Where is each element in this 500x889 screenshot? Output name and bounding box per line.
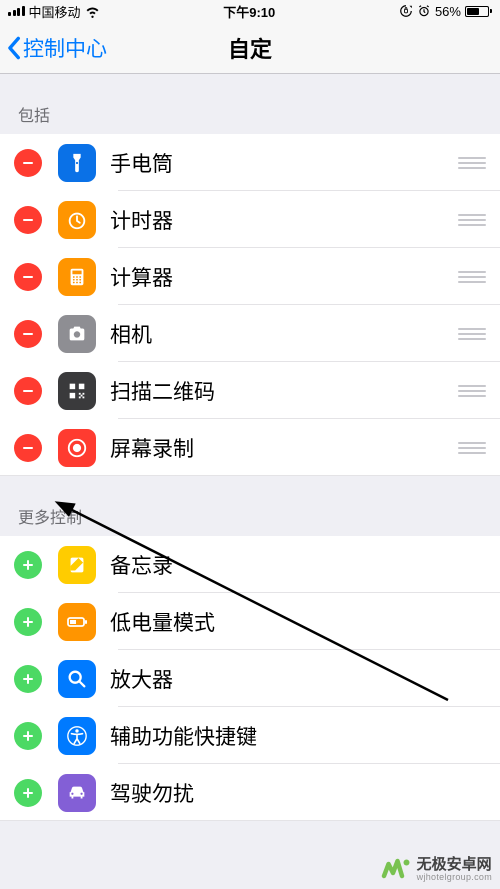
- add-button[interactable]: [14, 722, 42, 750]
- alarm-icon: [417, 4, 431, 18]
- car-icon: [58, 774, 96, 812]
- control-row: 低电量模式: [0, 593, 500, 650]
- camera-icon: [58, 315, 96, 353]
- remove-button[interactable]: [14, 434, 42, 462]
- control-label: 低电量模式: [110, 607, 500, 637]
- add-button[interactable]: [14, 608, 42, 636]
- control-row: 计时器: [0, 191, 500, 248]
- control-label: 驾驶勿扰: [110, 778, 500, 808]
- control-label: 计时器: [110, 205, 458, 235]
- battery-pct: 56%: [435, 4, 461, 19]
- drag-handle[interactable]: [458, 429, 486, 467]
- control-label: 备忘录: [110, 550, 500, 580]
- drag-handle[interactable]: [458, 144, 486, 182]
- drag-handle[interactable]: [458, 372, 486, 410]
- watermark: 无极安卓网 wjhotelgroup.com: [381, 855, 492, 885]
- control-row: 计算器: [0, 248, 500, 305]
- lowpower-icon: [58, 603, 96, 641]
- remove-button[interactable]: [14, 206, 42, 234]
- back-label: 控制中心: [23, 33, 107, 63]
- watermark-logo-icon: [381, 855, 411, 885]
- add-button[interactable]: [14, 779, 42, 807]
- included-list: 手电筒计时器计算器相机扫描二维码屏幕录制: [0, 134, 500, 476]
- battery-icon: [465, 6, 492, 17]
- drag-handle[interactable]: [458, 315, 486, 353]
- control-label: 放大器: [110, 664, 500, 694]
- control-label: 计算器: [110, 262, 458, 292]
- control-label: 屏幕录制: [110, 433, 458, 463]
- flashlight-icon: [58, 144, 96, 182]
- lock-rotation-icon: [399, 4, 413, 18]
- back-button[interactable]: 控制中心: [0, 33, 107, 63]
- signal-icon: [8, 6, 25, 16]
- status-time: 下午9:10: [223, 2, 275, 21]
- control-label: 辅助功能快捷键: [110, 721, 500, 751]
- carrier-label: 中国移动: [29, 2, 81, 21]
- watermark-cn: 无极安卓网: [417, 857, 492, 874]
- control-row: 屏幕录制: [0, 419, 500, 476]
- calculator-icon: [58, 258, 96, 296]
- control-row: 手电筒: [0, 134, 500, 191]
- control-row: 备忘录: [0, 536, 500, 593]
- wifi-icon: [85, 4, 100, 19]
- control-label: 手电筒: [110, 148, 458, 178]
- status-bar: 中国移动 下午9:10 56%: [0, 0, 500, 22]
- control-row: 相机: [0, 305, 500, 362]
- control-row: 驾驶勿扰: [0, 764, 500, 821]
- section-header-more: 更多控制: [0, 476, 500, 536]
- more-list: 备忘录低电量模式放大器辅助功能快捷键驾驶勿扰: [0, 536, 500, 821]
- drag-handle[interactable]: [458, 201, 486, 239]
- qr-icon: [58, 372, 96, 410]
- remove-button[interactable]: [14, 149, 42, 177]
- watermark-en: wjhotelgroup.com: [417, 873, 492, 883]
- section-header-included: 包括: [0, 74, 500, 134]
- control-row: 扫描二维码: [0, 362, 500, 419]
- chevron-left-icon: [6, 36, 21, 60]
- add-button[interactable]: [14, 665, 42, 693]
- record-icon: [58, 429, 96, 467]
- control-row: 辅助功能快捷键: [0, 707, 500, 764]
- control-row: 放大器: [0, 650, 500, 707]
- notes-icon: [58, 546, 96, 584]
- control-label: 扫描二维码: [110, 376, 458, 406]
- drag-handle[interactable]: [458, 258, 486, 296]
- remove-button[interactable]: [14, 377, 42, 405]
- control-label: 相机: [110, 319, 458, 349]
- remove-button[interactable]: [14, 263, 42, 291]
- timer-icon: [58, 201, 96, 239]
- remove-button[interactable]: [14, 320, 42, 348]
- add-button[interactable]: [14, 551, 42, 579]
- accessibility-icon: [58, 717, 96, 755]
- nav-bar: 控制中心 自定: [0, 22, 500, 74]
- magnifier-icon: [58, 660, 96, 698]
